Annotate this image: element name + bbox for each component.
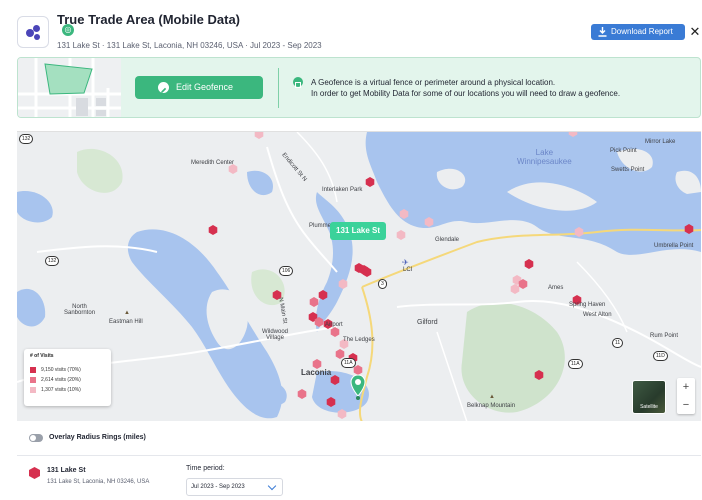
download-report-button[interactable]: Download Report: [591, 24, 685, 40]
legend-swatch: [30, 386, 36, 393]
time-period-value: Jul 2023 - Sep 2023: [191, 484, 245, 490]
peak-icon: ▲: [124, 310, 130, 316]
map-label-interlaken: Interlaken Park: [322, 187, 363, 193]
map-label-mirror-lake: Mirror Lake: [645, 139, 676, 145]
legend-item-label: 9,150 visits (70%): [41, 366, 81, 373]
legend-item: 9,150 visits (70%): [30, 365, 105, 374]
toggle-knob: [30, 435, 36, 441]
zoom-out-button[interactable]: −: [677, 396, 695, 414]
location-pin-icon[interactable]: [350, 374, 366, 400]
map-label-wildwood: Wildwood Village: [262, 329, 289, 341]
location-address: 131 Lake St, Laconia, NH 03246, USA: [47, 479, 150, 485]
overlay-radius-toggle[interactable]: [29, 434, 43, 442]
geofence-thumbnail[interactable]: [18, 58, 121, 117]
location-name: 131 Lake St: [47, 467, 86, 474]
zoom-controls: + −: [677, 378, 695, 414]
banner-divider: [278, 68, 279, 108]
map-label-meredith-center: Meredith Center: [191, 160, 235, 166]
overlay-radius-row: Overlay Radius Rings (miles): [17, 424, 701, 456]
map-label-west-alton: West Alton: [583, 312, 612, 318]
time-period-select[interactable]: Jul 2023 - Sep 2023: [186, 478, 283, 496]
time-period-label: Time period:: [186, 465, 225, 472]
zoom-in-button[interactable]: +: [677, 378, 695, 396]
route-shield: 11: [612, 338, 624, 348]
pencil-icon: [158, 82, 169, 93]
visits-legend: # of Visits 9,150 visits (70%) 2,614 vis…: [24, 349, 111, 406]
geofence-info-line1: A Geofence is a virtual fence or perimet…: [311, 78, 556, 87]
page-title: True Trade Area (Mobile Data): [57, 12, 241, 27]
map-label-lake: Lake Winnipesaukee: [517, 148, 572, 166]
route-shield: 11A: [341, 358, 356, 368]
location-pin-label: 131 Lake St: [330, 222, 387, 240]
close-button[interactable]: ✕: [689, 24, 701, 40]
peak-icon: ▲: [489, 394, 495, 400]
legend-item-label: 2,614 visits (20%): [41, 376, 81, 383]
legend-swatch: [30, 366, 36, 373]
legend-swatch: [30, 376, 36, 383]
legend-item: 2,614 visits (20%): [30, 375, 105, 384]
map-label-swetts-point: Swetts Point: [611, 167, 645, 173]
legend-item-label: 1,307 visits (10%): [41, 386, 81, 393]
page-subtitle: 131 Lake St · 131 Lake St, Laconia, NH 0…: [57, 41, 322, 50]
overlay-radius-label: Overlay Radius Rings (miles): [49, 434, 146, 441]
report-header: True Trade Area (Mobile Data) ◎ 131 Lake…: [0, 0, 702, 56]
geofence-banner: Edit Geofence A Geofence is a virtual fe…: [17, 57, 701, 118]
map-label-rum-point: Rum Point: [650, 333, 679, 339]
map-label-lci: LCI: [403, 267, 413, 273]
route-shield: 11D: [653, 351, 668, 361]
download-report-label: Download Report: [611, 27, 673, 36]
route-shield: 3: [378, 279, 387, 289]
route-shield: 11A: [568, 359, 583, 369]
map-label-the-ledges: The Ledges: [343, 337, 375, 343]
airport-icon: ✈: [402, 258, 409, 267]
geofence-info-icon: [293, 77, 303, 88]
map-label-spring-haven: Spring Haven: [569, 302, 606, 308]
map-label-gilford: Gilford: [417, 319, 438, 326]
route-shield: 106: [279, 266, 294, 276]
edit-geofence-label: Edit Geofence: [176, 82, 234, 92]
chevron-down-icon: [267, 481, 277, 491]
location-hexagon-icon: [29, 467, 40, 479]
legend-item: 1,307 visits (10%): [30, 385, 105, 394]
app-logo: [17, 16, 49, 48]
route-shield: 132: [45, 256, 60, 266]
edit-geofence-button[interactable]: Edit Geofence: [135, 76, 263, 99]
geofence-info-text: A Geofence is a virtual fence or perimet…: [311, 77, 681, 99]
map-label-laconia: Laconia: [301, 368, 332, 377]
satellite-toggle[interactable]: Satellite: [632, 380, 666, 414]
map-label-pick-point: Pick Point: [610, 148, 637, 154]
map-label-ames: Ames: [548, 285, 564, 291]
route-shield: 132: [19, 134, 34, 144]
map-label-glendale: Glendale: [435, 237, 460, 243]
map-label-umbrella-point: Umbrella Point: [654, 243, 694, 249]
geofence-badge-icon: ◎: [62, 24, 74, 36]
legend-title: # of Visits: [30, 353, 54, 359]
map-label-airport: Airport: [325, 322, 343, 328]
map-label-belknap: Belknap Mountain: [467, 403, 516, 409]
geofence-info-line2: In order to get Mobility Data for some o…: [311, 89, 621, 98]
satellite-label: Satellite: [640, 404, 658, 410]
map-label-eastman-hill: Eastman Hill: [109, 319, 143, 325]
trade-area-map[interactable]: Meredith Center Endicott St N Interlaken…: [17, 131, 701, 421]
map-label-north-sanbornton: North Sanbornton: [64, 304, 96, 316]
download-icon: [598, 27, 607, 37]
